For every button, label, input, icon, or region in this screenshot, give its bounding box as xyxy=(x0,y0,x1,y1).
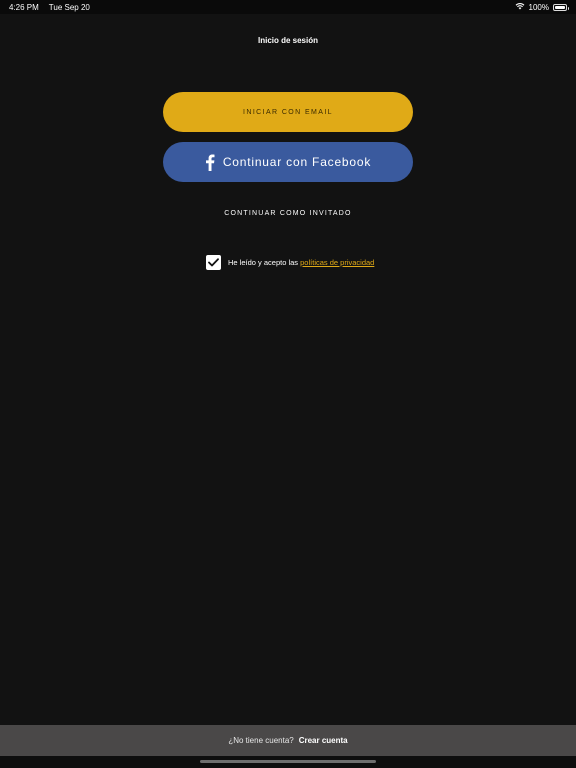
create-account-link[interactable]: Crear cuenta xyxy=(299,736,348,745)
privacy-checkbox[interactable] xyxy=(206,255,221,270)
facebook-icon xyxy=(205,154,215,171)
home-indicator xyxy=(200,760,376,763)
continue-facebook-label: Continuar con Facebook xyxy=(222,155,372,169)
battery-percent: 100% xyxy=(528,2,549,12)
privacy-consent: He leído y acepto las políticas de priva… xyxy=(206,255,374,270)
status-date: Tue Sep 20 xyxy=(48,2,90,12)
battery-level xyxy=(555,5,565,9)
wifi-icon xyxy=(515,2,525,12)
continue-facebook-button[interactable]: Continuar con Facebook xyxy=(163,142,413,182)
status-left: 4:26 PM Tue Sep 20 xyxy=(9,3,90,12)
continue-guest-button[interactable]: CONTINUAR COMO INVITADO xyxy=(0,210,576,217)
login-screen: 4:26 PM Tue Sep 20 100% Inicio de sesión… xyxy=(0,0,576,768)
consent-label: He leído y acepto las xyxy=(228,258,299,267)
login-email-button[interactable]: INICIAR CON EMAIL xyxy=(163,92,413,132)
privacy-consent-text: He leído y acepto las políticas de priva… xyxy=(228,258,374,267)
status-right: 100% xyxy=(515,2,569,12)
battery-icon xyxy=(553,3,569,11)
no-account-text: ¿No tiene cuenta? xyxy=(228,736,294,745)
checkmark-icon xyxy=(208,258,219,267)
status-time: 4:26 PM xyxy=(9,2,39,12)
page-title: Inicio de sesión xyxy=(257,36,318,45)
status-bar: 4:26 PM Tue Sep 20 100% xyxy=(0,0,576,14)
signup-bar: ¿No tiene cuenta? Crear cuenta xyxy=(0,725,576,756)
login-email-label: INICIAR CON EMAIL xyxy=(243,108,333,116)
privacy-policy-link[interactable]: políticas de privacidad xyxy=(300,258,374,267)
